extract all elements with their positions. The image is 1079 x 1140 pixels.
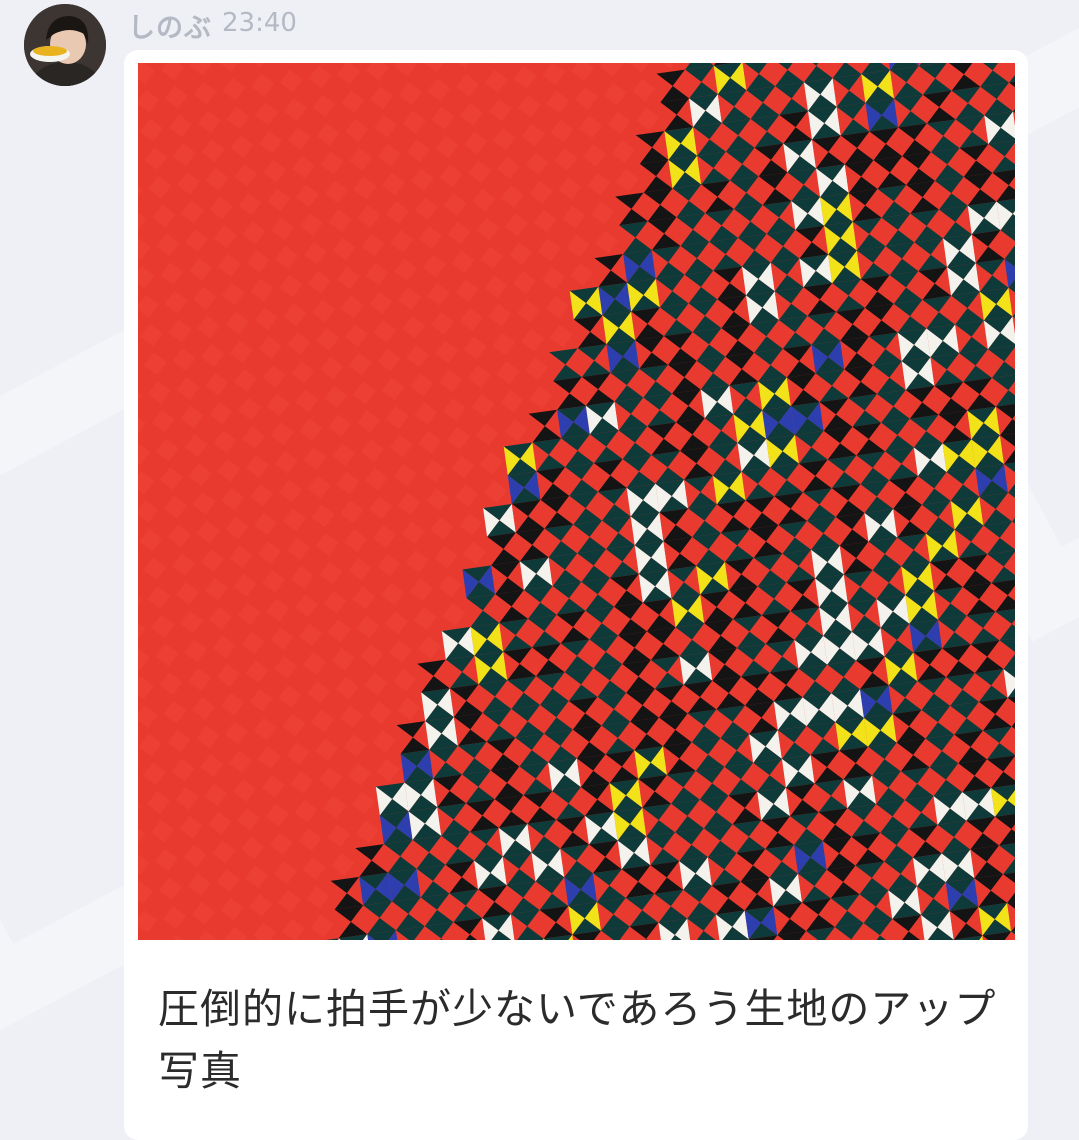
embroidered-fabric-photo[interactable] <box>138 63 1015 940</box>
message-timestamp: 23:40 <box>222 8 297 38</box>
user-avatar-icon <box>24 4 106 86</box>
message-caption: 圧倒的に拍手が少ないであろう生地のアップ写真 <box>158 985 997 1095</box>
sender-avatar[interactable] <box>24 4 106 86</box>
message-bubble: 圧倒的に拍手が少ないであろう生地のアップ写真 <box>124 50 1028 1140</box>
sender-name: しのぶ <box>128 13 212 44</box>
